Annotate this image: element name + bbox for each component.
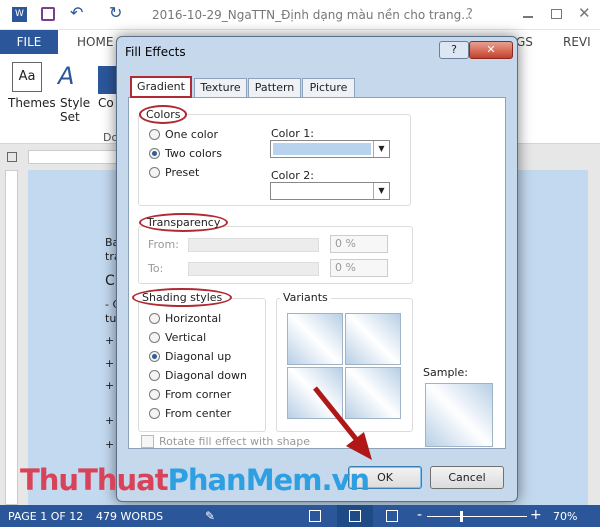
- zoom-slider[interactable]: [427, 511, 527, 522]
- zoom-out-button[interactable]: -: [417, 507, 422, 523]
- tab-gradient[interactable]: Gradient: [130, 76, 192, 98]
- proofing-icon[interactable]: ✎: [205, 509, 215, 523]
- zoom-slider-thumb[interactable]: [460, 511, 463, 522]
- web-layout-icon[interactable]: [386, 510, 398, 522]
- status-bar: PAGE 1 OF 12 479 WORDS ✎ - + 70%: [0, 505, 600, 527]
- watermark-part2: PhanMem.vn: [167, 463, 370, 497]
- print-layout-icon[interactable]: [337, 505, 373, 527]
- watermark-part1: ThuThuat: [20, 463, 169, 497]
- annotation-arrow: [313, 386, 372, 460]
- zoom-level[interactable]: 70%: [553, 510, 577, 523]
- page-count[interactable]: PAGE 1 OF 12: [8, 510, 83, 523]
- read-mode-icon[interactable]: [309, 510, 321, 522]
- watermark-logo: ThuThuatPhanMem.vn: [20, 463, 370, 497]
- zoom-in-button[interactable]: +: [530, 507, 542, 523]
- word-count[interactable]: 479 WORDS: [96, 510, 163, 523]
